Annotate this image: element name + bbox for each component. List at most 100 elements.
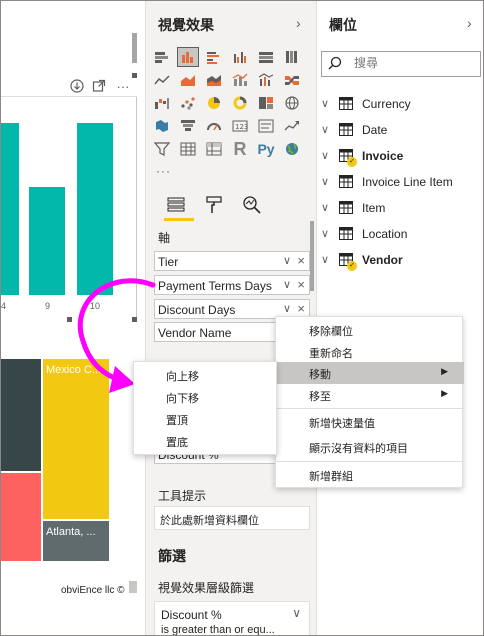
chevron-down-icon[interactable]: ∨: [321, 123, 329, 136]
funnel-chart-icon[interactable]: [177, 116, 199, 136]
100-stacked-bar-chart-icon[interactable]: [255, 47, 277, 67]
menu-item-show-items-with-no-data[interactable]: 顯示沒有資料的項目: [276, 436, 464, 458]
remove-field-icon[interactable]: ×: [297, 301, 305, 316]
search-input[interactable]: [354, 56, 474, 70]
active-tab-indicator: [164, 218, 194, 221]
stacked-bar-chart-icon[interactable]: [151, 47, 173, 67]
multi-row-card-icon[interactable]: [255, 116, 277, 136]
scatter-chart-icon[interactable]: [177, 93, 199, 113]
chevron-down-icon[interactable]: ∨: [321, 253, 329, 266]
axis-field-payment-terms-days[interactable]: Payment Terms Days ∨ ×: [154, 275, 310, 295]
field-table-invoice-line-item[interactable]: ∨ Invoice Line Item: [321, 172, 481, 192]
more-options-icon[interactable]: ···: [113, 79, 133, 95]
menu-item-new-group[interactable]: 新增群組: [276, 464, 464, 486]
python-visual-icon[interactable]: Py: [255, 139, 277, 159]
get-more-visuals-icon[interactable]: ···: [156, 164, 171, 178]
fields-search[interactable]: [321, 51, 481, 77]
chevron-down-icon[interactable]: ∨: [283, 278, 291, 291]
card-icon[interactable]: 123: [229, 116, 251, 136]
chart-bar[interactable]: [77, 123, 113, 295]
column-chart[interactable]: [1, 97, 137, 321]
menu-item-move-to-bottom[interactable]: 置底: [134, 430, 278, 452]
menu-item-move-to-top[interactable]: 置頂: [134, 408, 278, 430]
menu-item-move-to[interactable]: 移至 ▶: [276, 384, 464, 406]
waterfall-chart-icon[interactable]: [151, 93, 173, 113]
filter-card-discount[interactable]: Discount % is greater than or equ... ∨: [154, 601, 310, 635]
field-table-currency[interactable]: ∨ Currency: [321, 94, 481, 114]
kpi-icon[interactable]: [281, 116, 303, 136]
field-table-item[interactable]: ∨ Item: [321, 198, 481, 218]
field-table-vendor[interactable]: ∨ ✓ Vendor: [321, 250, 481, 271]
ribbon-chart-icon[interactable]: [281, 70, 303, 90]
map-icon[interactable]: [281, 93, 303, 113]
chevron-down-icon[interactable]: ∨: [321, 201, 329, 214]
table-name: Location: [362, 227, 408, 241]
chart-bar[interactable]: [1, 123, 19, 295]
resize-handle[interactable]: [132, 317, 137, 322]
format-paint-roller-icon[interactable]: [202, 193, 226, 217]
line-and-stacked-column-chart-icon[interactable]: [229, 70, 251, 90]
chart-bar[interactable]: [29, 187, 65, 295]
chevron-down-icon[interactable]: ∨: [321, 97, 329, 110]
tooltips-drop-zone[interactable]: 於此處新增資料欄位: [154, 506, 310, 530]
gauge-icon[interactable]: [203, 116, 225, 136]
slicer-icon[interactable]: [151, 139, 173, 159]
axis-field-tier[interactable]: Tier ∨ ×: [154, 251, 310, 271]
chevron-right-icon[interactable]: ›: [467, 15, 472, 31]
remove-field-icon[interactable]: ×: [297, 253, 305, 268]
focus-mode-icon[interactable]: [91, 79, 107, 95]
clustered-bar-chart-icon[interactable]: [203, 47, 225, 67]
filters-title: 篩選: [158, 548, 186, 564]
field-table-invoice[interactable]: ∨ ✓ Invoice: [321, 146, 481, 167]
field-name: Vendor Name: [158, 326, 232, 340]
globe-map-icon[interactable]: [281, 139, 303, 159]
table-icon[interactable]: [177, 139, 199, 159]
table-name: Invoice: [362, 149, 404, 163]
treemap-tile[interactable]: [1, 473, 41, 561]
line-chart-icon[interactable]: [151, 70, 173, 90]
resize-handle[interactable]: [132, 73, 137, 78]
chevron-down-icon[interactable]: ∨: [283, 302, 291, 315]
canvas-scrollbar[interactable]: [132, 33, 137, 63]
menu-item-remove-field[interactable]: 移除欄位: [276, 319, 464, 341]
chevron-down-icon[interactable]: ∨: [321, 149, 329, 162]
chevron-down-icon[interactable]: ∨: [321, 227, 329, 240]
treemap-visual[interactable]: Mexico C... Atlanta, ...: [1, 359, 111, 561]
treemap-icon[interactable]: [255, 93, 277, 113]
100-stacked-column-chart-icon[interactable]: [281, 47, 303, 67]
menu-item-rename[interactable]: 重新命名: [276, 341, 464, 363]
canvas-scrollbar-bottom[interactable]: [129, 581, 137, 593]
chevron-down-icon[interactable]: ∨: [321, 175, 329, 188]
chevron-down-icon[interactable]: ∨: [283, 254, 291, 267]
treemap-tile[interactable]: Mexico C...: [43, 359, 109, 519]
r-script-visual-icon[interactable]: R: [229, 139, 251, 159]
stacked-area-chart-icon[interactable]: [203, 70, 225, 90]
filled-map-icon[interactable]: [151, 116, 173, 136]
area-chart-icon[interactable]: [177, 70, 199, 90]
menu-item-move-down[interactable]: 向下移: [134, 386, 278, 408]
line-and-clustered-column-chart-icon[interactable]: [255, 70, 277, 90]
donut-chart-icon[interactable]: [229, 93, 251, 113]
pane-scrollbar[interactable]: [310, 221, 314, 291]
remove-field-icon[interactable]: ×: [297, 277, 305, 292]
field-table-location[interactable]: ∨ Location: [321, 224, 481, 244]
stacked-column-chart-icon[interactable]: [177, 47, 199, 67]
chevron-down-icon[interactable]: ∨: [292, 606, 301, 620]
pie-chart-icon[interactable]: [203, 93, 225, 113]
treemap-tile[interactable]: Atlanta, ...: [43, 521, 109, 561]
clustered-column-chart-icon[interactable]: [229, 47, 251, 67]
treemap-tile[interactable]: [1, 359, 41, 471]
table-icon: [339, 175, 353, 188]
x-tick-label: 9: [45, 301, 51, 311]
analytics-magnifier-icon[interactable]: [240, 193, 264, 217]
fields-tab-icon[interactable]: [164, 193, 188, 217]
menu-item-move[interactable]: 移動 ▶: [276, 362, 464, 384]
field-table-date[interactable]: ∨ Date: [321, 120, 481, 140]
filter-field-name: Discount %: [161, 608, 222, 622]
menu-item-move-up[interactable]: 向上移: [134, 364, 278, 386]
menu-item-new-quick-measure[interactable]: 新增快速量值: [276, 411, 464, 433]
drill-down-icon[interactable]: [69, 79, 85, 95]
chevron-right-icon[interactable]: ›: [296, 15, 301, 31]
matrix-icon[interactable]: [203, 139, 225, 159]
resize-handle[interactable]: [67, 317, 72, 322]
